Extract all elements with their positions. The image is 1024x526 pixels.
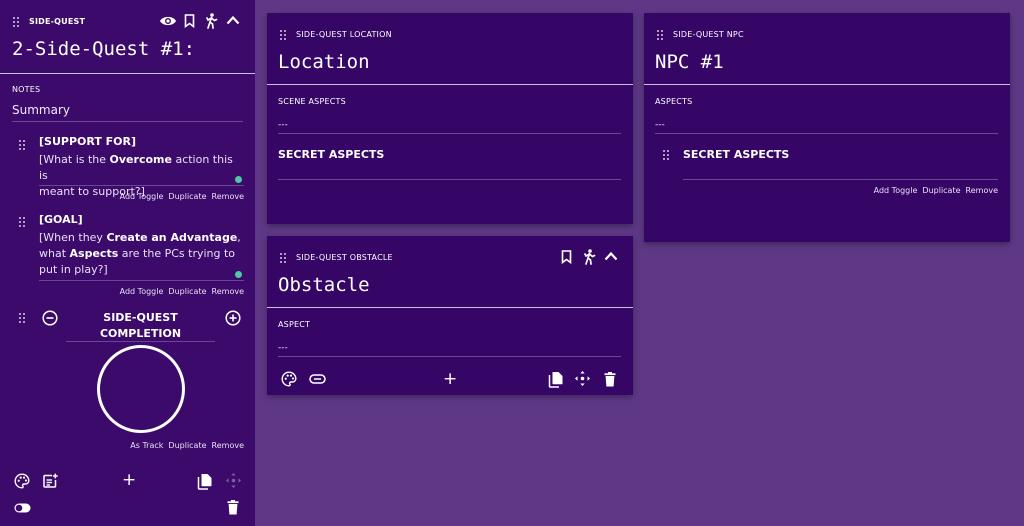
card-kind: SIDE-QUEST LOCATION bbox=[296, 30, 392, 39]
plus-circle-icon[interactable] bbox=[225, 310, 241, 326]
trash-icon[interactable] bbox=[604, 372, 616, 387]
field-label: ASPECTS bbox=[655, 97, 693, 106]
toggle-outline-icon[interactable] bbox=[309, 374, 326, 384]
drag-handle-icon[interactable] bbox=[663, 150, 670, 161]
npc-actions: Add Toggle Duplicate Remove bbox=[869, 186, 998, 195]
add-button[interactable]: + bbox=[443, 369, 457, 389]
note-add-icon[interactable] bbox=[42, 473, 58, 489]
support-heading[interactable]: [SUPPORT FOR] bbox=[39, 135, 136, 148]
side-quest-sidebar: SIDE-QUEST 2-Side-Quest #1: NOTES Summar… bbox=[0, 0, 255, 526]
duplicate-link[interactable]: Duplicate bbox=[168, 192, 206, 201]
as-track-link[interactable]: As Track bbox=[130, 441, 163, 450]
drag-handle-icon[interactable] bbox=[280, 30, 287, 41]
card-title[interactable]: 2-Side-Quest #1: bbox=[12, 38, 195, 60]
remove-link[interactable]: Remove bbox=[966, 186, 998, 195]
card-kind: SIDE-QUEST OBSTACLE bbox=[296, 253, 393, 262]
palette-icon[interactable] bbox=[281, 371, 297, 387]
toggle-icon[interactable] bbox=[14, 503, 31, 513]
field-underline bbox=[278, 133, 621, 134]
copy-icon[interactable] bbox=[197, 473, 213, 490]
status-dot bbox=[235, 271, 242, 278]
remove-link[interactable]: Remove bbox=[212, 192, 244, 201]
completion-underline bbox=[66, 341, 215, 342]
bookmark-icon[interactable] bbox=[184, 14, 195, 28]
obstacle-card: SIDE-QUEST OBSTACLE Obstacle ASPECT --- … bbox=[267, 236, 633, 395]
field-underline bbox=[278, 356, 621, 357]
support-underline bbox=[39, 185, 244, 186]
secret-aspects-label[interactable]: SECRET ASPECTS bbox=[278, 148, 384, 161]
drag-handle-icon[interactable] bbox=[19, 217, 26, 228]
remove-link[interactable]: Remove bbox=[212, 441, 244, 450]
aspects-field[interactable]: --- bbox=[655, 120, 665, 130]
status-dot bbox=[235, 176, 242, 183]
completion-circle[interactable] bbox=[97, 345, 185, 433]
add-toggle-link[interactable]: Add Toggle bbox=[120, 192, 164, 201]
location-card: SIDE-QUEST LOCATION Location SCENE ASPEC… bbox=[267, 13, 633, 224]
card-kind: SIDE-QUEST NPC bbox=[673, 30, 744, 39]
field-label: ASPECT bbox=[278, 320, 311, 329]
aspect-field[interactable]: --- bbox=[278, 343, 288, 353]
add-toggle-link[interactable]: Add Toggle bbox=[874, 186, 918, 195]
drag-handle-icon[interactable] bbox=[19, 140, 26, 151]
secret-underline bbox=[683, 179, 998, 180]
secret-aspects-label[interactable]: SECRET ASPECTS bbox=[683, 148, 789, 161]
divider bbox=[0, 73, 255, 74]
add-toggle-link[interactable]: Add Toggle bbox=[120, 287, 164, 296]
add-button[interactable]: + bbox=[122, 470, 136, 490]
duplicate-link[interactable]: Duplicate bbox=[922, 186, 960, 195]
remove-link[interactable]: Remove bbox=[212, 287, 244, 296]
divider bbox=[644, 84, 1010, 85]
chevron-up-icon[interactable] bbox=[604, 251, 618, 261]
secret-underline bbox=[278, 179, 621, 180]
notes-label: NOTES bbox=[12, 85, 41, 94]
walking-figure-icon[interactable] bbox=[582, 249, 596, 265]
support-actions: Add Toggle Duplicate Remove bbox=[115, 192, 244, 201]
npc-card: SIDE-QUEST NPC NPC #1 ASPECTS --- SECRET… bbox=[644, 13, 1010, 242]
goal-underline bbox=[39, 280, 244, 281]
goal-heading[interactable]: [GOAL] bbox=[39, 213, 83, 226]
goal-text[interactable]: [When they Create an Advantage, what Asp… bbox=[39, 230, 244, 278]
field-underline bbox=[655, 133, 998, 134]
chevron-up-icon[interactable] bbox=[226, 15, 240, 25]
palette-icon[interactable] bbox=[14, 473, 30, 489]
card-kind: SIDE-QUEST bbox=[29, 17, 86, 26]
drag-handle-icon[interactable] bbox=[280, 253, 287, 264]
notes-field[interactable]: Summary bbox=[12, 103, 70, 117]
card-title[interactable]: Location bbox=[278, 51, 370, 73]
card-title[interactable]: Obstacle bbox=[278, 274, 370, 296]
divider bbox=[267, 307, 633, 308]
walking-figure-icon[interactable] bbox=[204, 13, 218, 29]
completion-actions: As Track Duplicate Remove bbox=[125, 441, 244, 450]
copy-icon[interactable] bbox=[548, 371, 564, 388]
notes-underline bbox=[12, 121, 243, 122]
duplicate-link[interactable]: Duplicate bbox=[168, 287, 206, 296]
move-icon[interactable] bbox=[225, 472, 242, 489]
eye-icon[interactable] bbox=[159, 14, 177, 28]
completion-label[interactable]: SIDE-QUEST COMPLETION bbox=[66, 310, 215, 342]
drag-handle-icon[interactable] bbox=[19, 313, 26, 324]
minus-circle-icon[interactable] bbox=[42, 310, 58, 326]
divider bbox=[267, 84, 633, 85]
drag-handle-icon[interactable] bbox=[13, 17, 20, 28]
duplicate-link[interactable]: Duplicate bbox=[168, 441, 206, 450]
scene-aspects-field[interactable]: --- bbox=[278, 120, 288, 130]
drag-handle-icon[interactable] bbox=[657, 30, 664, 41]
bookmark-icon[interactable] bbox=[561, 250, 572, 264]
field-label: SCENE ASPECTS bbox=[278, 97, 346, 106]
card-title[interactable]: NPC #1 bbox=[655, 51, 724, 73]
goal-actions: Add Toggle Duplicate Remove bbox=[115, 287, 244, 296]
move-icon[interactable] bbox=[574, 370, 591, 387]
trash-icon[interactable] bbox=[227, 500, 239, 515]
